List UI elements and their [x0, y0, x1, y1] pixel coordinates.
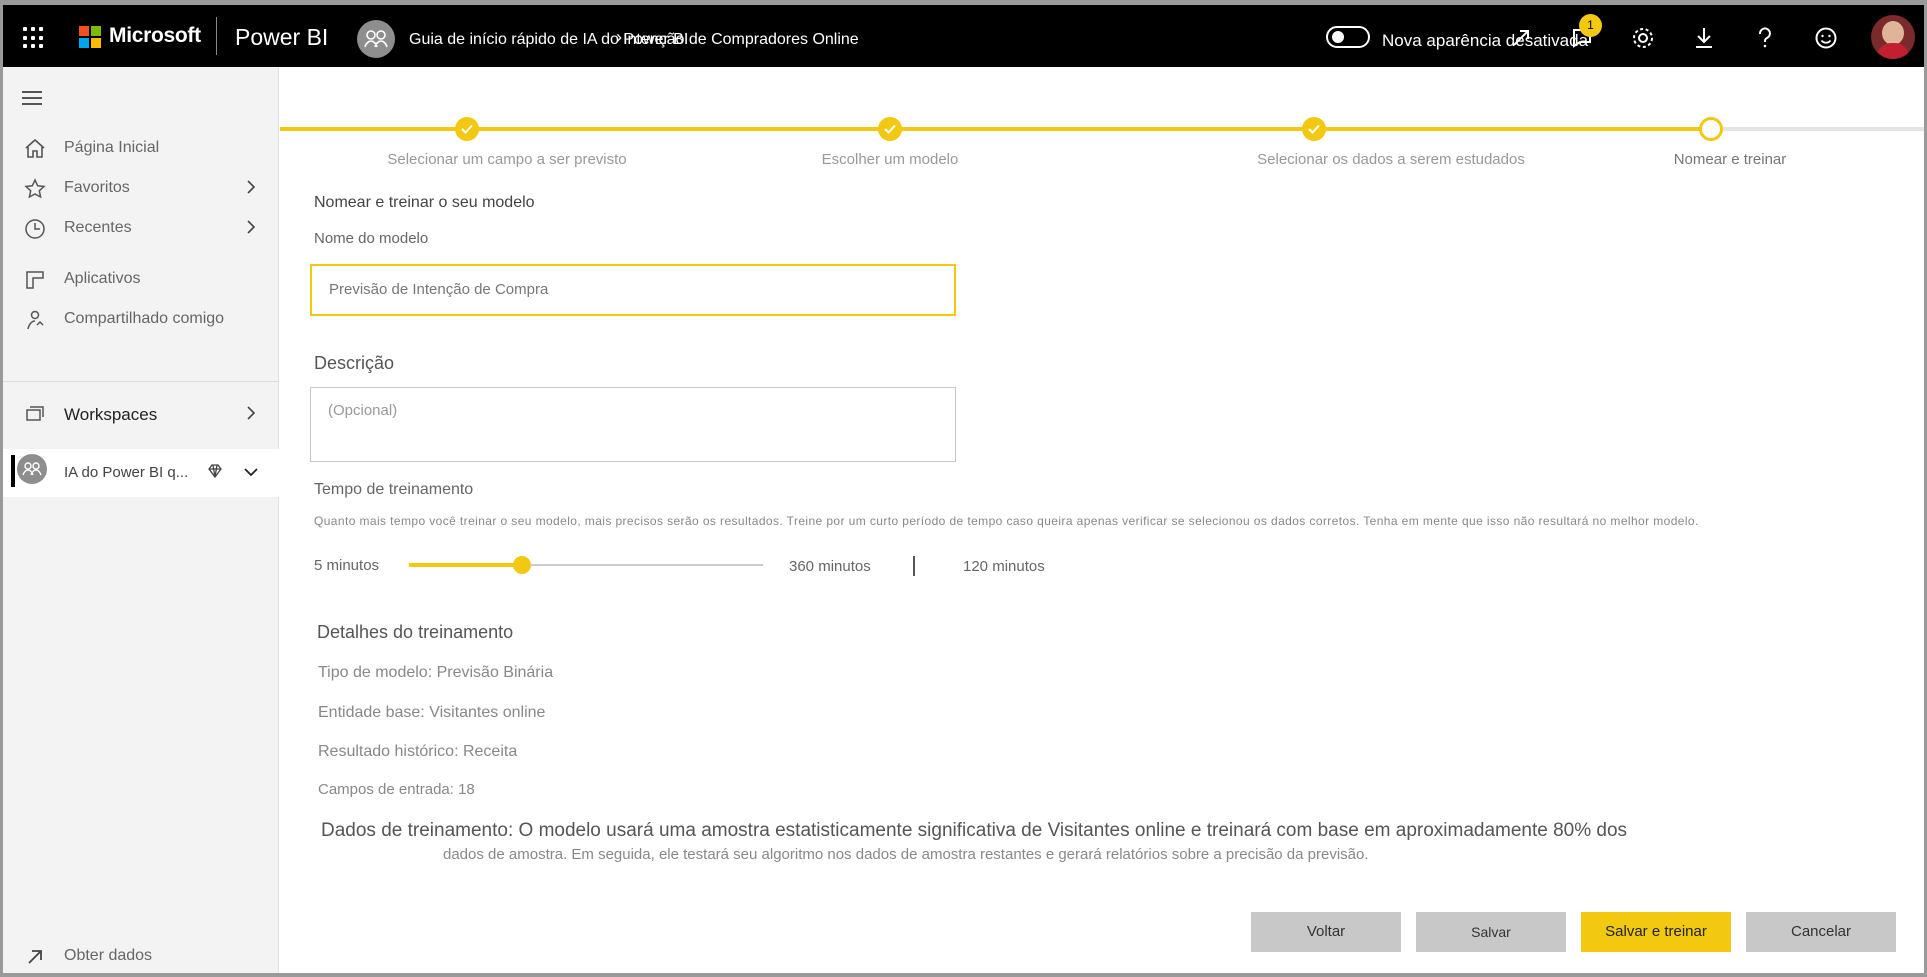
step-1-check-icon	[455, 117, 479, 141]
model-name-value: Previsão de Intenção de Compra	[329, 281, 549, 298]
apps-icon	[26, 271, 44, 289]
step-2-label: Escolher um modelo	[821, 151, 959, 168]
step-4-current-icon	[1699, 117, 1723, 141]
product-name[interactable]: Power BI	[235, 24, 328, 51]
progress-track-remaining	[1711, 127, 1924, 131]
download-icon[interactable]	[1691, 25, 1717, 51]
settings-gear-icon[interactable]	[1630, 25, 1656, 51]
shared-icon	[27, 310, 44, 330]
nav-item-workspaces[interactable]: Workspaces	[3, 393, 279, 433]
model-name-input[interactable]: Previsão de Intenção de Compra	[310, 264, 956, 316]
premium-diamond-icon	[208, 464, 222, 479]
training-time-slider-thumb[interactable]	[513, 556, 532, 574]
brand-name: Microsoft	[109, 24, 201, 47]
feedback-smiley-icon[interactable]	[1813, 25, 1839, 51]
chevron-right-icon[interactable]	[243, 219, 259, 235]
new-look-label: Nova aparência desativada	[1382, 31, 1589, 50]
save-and-train-button[interactable]: Salvar e treinar	[1581, 912, 1731, 952]
arrow-up-right-icon	[28, 950, 42, 964]
training-time-label: Tempo de treinamento	[314, 481, 474, 498]
home-icon	[25, 138, 45, 158]
breadcrumb-separator-icon: ›	[616, 27, 622, 47]
training-details-title: Detalhes do treinamento	[317, 622, 514, 642]
training-data-line-1: Dados de treinamento: O modelo usará uma…	[321, 820, 1628, 841]
step-1-label: Selecionar um campo a ser previsto	[387, 151, 627, 168]
step-3-label: Selecionar os dados a serem estudados	[1257, 151, 1525, 168]
workspaces-icon	[26, 406, 44, 421]
cancel-button[interactable]: Cancelar	[1746, 912, 1896, 952]
main-content: Selecionar um campo a ser previsto Escol…	[280, 67, 1924, 973]
user-avatar[interactable]	[1871, 15, 1915, 59]
expand-icon[interactable]	[1508, 25, 1534, 51]
training-time-slider-fill	[409, 563, 523, 567]
clock-icon	[25, 219, 45, 239]
workspace-avatar-icon	[17, 454, 47, 484]
description-textarea[interactable]: (Opcional)	[310, 387, 956, 462]
training-data-line-2: dados de amostra. Em seguida, ele testar…	[443, 846, 1369, 863]
nav-item-label: Recentes	[64, 219, 132, 236]
base-entity-info: Entidade base: Visitantes online	[318, 704, 546, 721]
slider-min-label: 5 minutos	[314, 557, 380, 574]
help-icon[interactable]	[1752, 25, 1778, 51]
step-3-check-icon	[1302, 117, 1326, 141]
selection-indicator	[11, 455, 15, 487]
notification-badge: 1	[1579, 14, 1602, 37]
nav-item-get-data[interactable]: Obter dados	[3, 939, 279, 973]
chevron-right-icon[interactable]	[243, 405, 259, 421]
nav-item-label: Compartilhado comigo	[64, 310, 225, 327]
breadcrumb-item[interactable]: Intenção de Compradores Online	[623, 31, 859, 49]
nav-item-shared[interactable]: Compartilhado comigo	[3, 298, 279, 338]
microsoft-logo-icon	[79, 26, 101, 48]
step-2-check-icon	[878, 117, 902, 141]
new-look-toggle[interactable]	[1326, 26, 1370, 48]
historical-result-info: Resultado histórico: Receita	[318, 743, 518, 760]
nav-item-favorites[interactable]: Favoritos	[3, 167, 279, 207]
step-4-label: Nomear e treinar	[1673, 151, 1787, 168]
save-button[interactable]: Salvar	[1416, 912, 1566, 952]
description-placeholder: (Opcional)	[328, 402, 398, 419]
nav-item-label: Aplicativos	[64, 270, 141, 287]
nav-item-label: Workspaces	[64, 405, 158, 424]
progress-track-done	[280, 127, 1711, 131]
slider-separator	[913, 556, 915, 576]
nav-divider	[3, 381, 279, 382]
chevron-down-icon[interactable]	[243, 464, 259, 480]
current-workspace-label: IA do Power BI q...	[64, 464, 189, 481]
nav-item-home[interactable]: Página Inicial	[3, 127, 279, 167]
left-nav: Página Inicial Favoritos Recentes Aplica…	[3, 67, 279, 973]
nav-item-label: Favoritos	[64, 179, 130, 196]
nav-item-apps[interactable]: Aplicativos	[3, 258, 279, 298]
hamburger-menu-icon[interactable]	[22, 91, 42, 105]
workspace-avatar-icon	[357, 20, 395, 58]
model-type-info: Tipo de modelo: Previsão Binária	[318, 664, 554, 681]
nav-item-label: Página Inicial	[64, 139, 160, 156]
star-icon	[24, 178, 46, 199]
app-launcher-icon[interactable]	[23, 27, 45, 49]
training-time-note: Quanto mais tempo você treinar o seu mod…	[314, 514, 1699, 528]
slider-value-label: 120 minutos	[963, 558, 1045, 575]
nav-item-label: Obter dados	[64, 947, 153, 964]
brand-divider	[216, 17, 217, 55]
description-label: Descrição	[314, 353, 395, 373]
nav-item-recent[interactable]: Recentes	[3, 207, 279, 247]
back-button[interactable]: Voltar	[1251, 912, 1401, 952]
model-name-label: Nome do modelo	[314, 230, 429, 247]
app-window: Microsoft Power BI Guia de início rápido…	[3, 5, 1924, 973]
input-fields-info: Campos de entrada: 18	[318, 781, 475, 798]
chevron-right-icon[interactable]	[243, 179, 259, 195]
slider-max-label: 360 minutos	[789, 558, 871, 575]
section-title: Nomear e treinar o seu modelo	[314, 194, 535, 211]
top-bar: Microsoft Power BI Guia de início rápido…	[3, 5, 1924, 67]
